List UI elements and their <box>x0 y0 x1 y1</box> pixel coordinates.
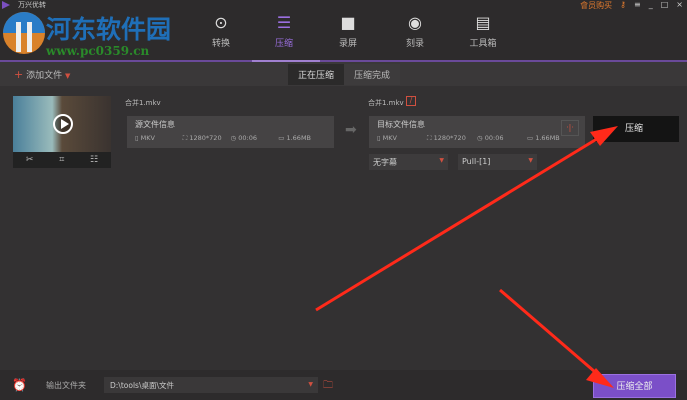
caret-down-icon: ▼ <box>439 157 444 164</box>
caret-down-icon: ▼ <box>308 381 313 388</box>
compress-icon: ☰ <box>276 13 292 32</box>
audio-select[interactable]: Pull-[1] ▼ <box>458 154 537 170</box>
nav-toolbox[interactable]: ▤ 工具箱 <box>458 12 508 49</box>
play-icon[interactable] <box>53 114 73 134</box>
bottom-bar: ⏰ 输出文件夹 D:\tools\桌面\文件 ▼ 🗀 压缩全部 <box>0 370 687 400</box>
edit-icon[interactable]: / <box>406 96 416 106</box>
toolbox-icon: ▤ <box>475 13 491 32</box>
caret-down-icon[interactable]: ▼ <box>65 72 70 80</box>
compress-button[interactable]: 压缩 <box>593 116 679 142</box>
plus-icon: + <box>14 68 24 81</box>
vip-link[interactable]: 會员购买 <box>580 0 612 11</box>
maximize-icon[interactable]: □ <box>661 0 669 11</box>
tab-compressing[interactable]: 正在压缩 <box>288 64 345 85</box>
crop-icon[interactable]: ⌗ <box>59 155 64 165</box>
close-icon[interactable]: × <box>676 0 683 11</box>
nav-compress[interactable]: ☰ 压缩 <box>259 12 309 49</box>
key-icon[interactable]: ⚷ <box>620 0 626 11</box>
caret-down-icon: ▼ <box>528 157 533 164</box>
video-thumbnail[interactable] <box>13 96 111 152</box>
menu-icon[interactable]: ≡ <box>634 0 641 11</box>
output-folder-label: 输出文件夹 <box>46 381 86 390</box>
add-file-button[interactable]: + 添加文件 ▼ <box>14 68 70 81</box>
watermark-url: www.pc0359.cn <box>46 44 150 58</box>
subtitle-select[interactable]: 无字幕 ▼ <box>369 154 448 170</box>
compress-all-button[interactable]: 压缩全部 <box>593 374 676 398</box>
nav-record[interactable]: ■ 录屏 <box>323 12 373 49</box>
source-info: 源文件信息 ▯ MKV ⛶ 1280*720 ◷ 00:06 ▭ 1.66MB <box>127 116 334 148</box>
watermark-text: 河东软件园 <box>46 15 172 44</box>
output-path-select[interactable]: D:\tools\桌面\文件 ▼ <box>104 377 318 393</box>
watermark-logo-icon <box>3 12 45 54</box>
arrow-right-icon: ➡ <box>345 122 357 138</box>
file-item: ✂ ⌗ ☷ 合并1.mkv 源文件信息 ▯ MKV ⛶ 1280*720 ◷ 00:06… <box>10 92 680 172</box>
window-controls: 會员购买 ⚷ ≡ _ □ × <box>580 0 683 11</box>
nav-burn[interactable]: ◉ 刻录 <box>390 12 440 49</box>
minimize-icon[interactable]: _ <box>649 0 653 11</box>
folder-icon[interactable]: 🗀 <box>323 378 333 395</box>
tab-completed[interactable]: 压缩完成 <box>344 64 401 85</box>
alarm-clock-icon[interactable]: ⏰ <box>12 378 27 392</box>
target-filename: 合并1.mkv <box>368 99 404 107</box>
toolbar: + 添加文件 ▼ 正在压缩 压缩完成 <box>0 62 687 86</box>
disc-icon: ◉ <box>408 13 422 32</box>
source-filename: 合并1.mkv <box>125 99 161 107</box>
play-circle-icon: ⊙ <box>214 13 228 32</box>
annotation-arrow <box>499 288 603 380</box>
scissors-icon[interactable]: ✂ <box>26 155 34 165</box>
nav-convert[interactable]: ⊙ 转换 <box>196 12 246 49</box>
effects-icon[interactable]: ☷ <box>90 155 98 165</box>
camera-icon: ■ <box>340 13 356 32</box>
compress-settings-icon[interactable]: ·|· <box>561 120 579 136</box>
header: 万兴优转 河东软件园 www.pc0359.cn ⊙ 转换 ☰ 压缩 ■ 录屏 ◉ 刻录… <box>0 0 687 61</box>
target-info: 目标文件信息 ▯ MKV ⛶ 1280*720 ◷ 00:06 ▭ 1.66MB <box>369 116 585 148</box>
